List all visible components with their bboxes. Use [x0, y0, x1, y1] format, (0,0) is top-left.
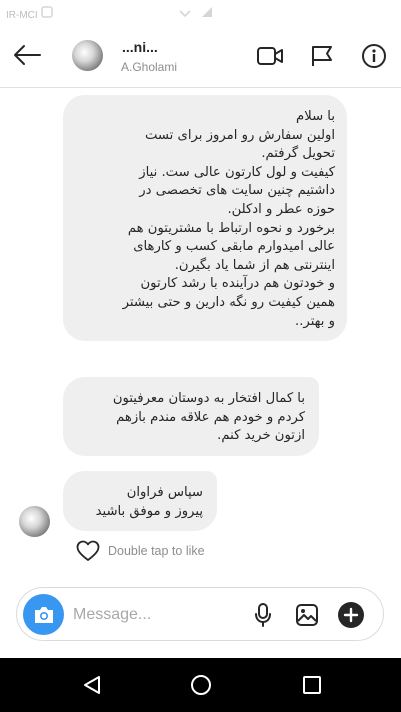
- status-bar: IR-MCI: [0, 0, 401, 22]
- message-bubble[interactable]: با کمال افتخار به دوستان معرفیتون کردم و…: [63, 377, 319, 456]
- message-input[interactable]: [73, 602, 243, 628]
- back-button[interactable]: [10, 38, 44, 72]
- system-recents-button[interactable]: [298, 671, 326, 699]
- double-tap-hint: Double tap to like: [108, 544, 205, 558]
- sender-avatar[interactable]: [19, 506, 50, 537]
- flag-icon: [312, 46, 332, 66]
- back-triangle-icon: [84, 676, 100, 694]
- message-bubble[interactable]: با سلام اولین سفارش رو امروز برای تست تح…: [63, 95, 347, 342]
- contact-name[interactable]: ...ni...: [122, 39, 158, 55]
- microphone-icon: [255, 603, 271, 627]
- flag-button[interactable]: [308, 42, 336, 70]
- signal-icon: [200, 4, 214, 18]
- microphone-button[interactable]: [249, 601, 277, 629]
- contact-username[interactable]: A.Gholami: [121, 60, 177, 74]
- camera-icon: [34, 606, 53, 623]
- carrier-label: IR-MCI: [6, 10, 38, 21]
- camera-button[interactable]: [23, 594, 64, 635]
- message-text: با سلام اولین سفارش رو امروز برای تست تح…: [122, 109, 335, 329]
- message-composer: [16, 587, 384, 641]
- video-call-button[interactable]: [256, 42, 284, 70]
- like-row: Double tap to like: [76, 540, 205, 562]
- avatar[interactable]: [72, 40, 103, 71]
- info-button[interactable]: [360, 42, 388, 70]
- wifi-icon: [178, 4, 192, 18]
- recents-square-icon: [303, 676, 321, 694]
- heart-icon[interactable]: [76, 540, 100, 562]
- message-bubble[interactable]: سپاس فراوان پیروز و موفق باشید: [63, 471, 217, 532]
- chat-header: ...ni... A.Gholami: [0, 22, 401, 88]
- system-nav-bar: [0, 658, 401, 712]
- video-call-icon: [257, 47, 283, 65]
- plus-button[interactable]: [337, 601, 365, 629]
- message-thread: با سلام اولین سفارش رو امروز برای تست تح…: [0, 88, 401, 568]
- sim-icon: [40, 4, 54, 18]
- gallery-icon: [296, 604, 318, 626]
- message-text: با کمال افتخار به دوستان معرفیتون کردم و…: [112, 391, 305, 444]
- plus-icon: [338, 602, 364, 628]
- back-arrow-icon: [14, 45, 41, 65]
- system-home-button[interactable]: [187, 671, 215, 699]
- home-circle-icon: [191, 675, 211, 695]
- gallery-button[interactable]: [293, 601, 321, 629]
- system-back-button[interactable]: [78, 671, 106, 699]
- message-text: سپاس فراوان پیروز و موفق باشید: [95, 485, 203, 519]
- info-icon: [362, 44, 386, 68]
